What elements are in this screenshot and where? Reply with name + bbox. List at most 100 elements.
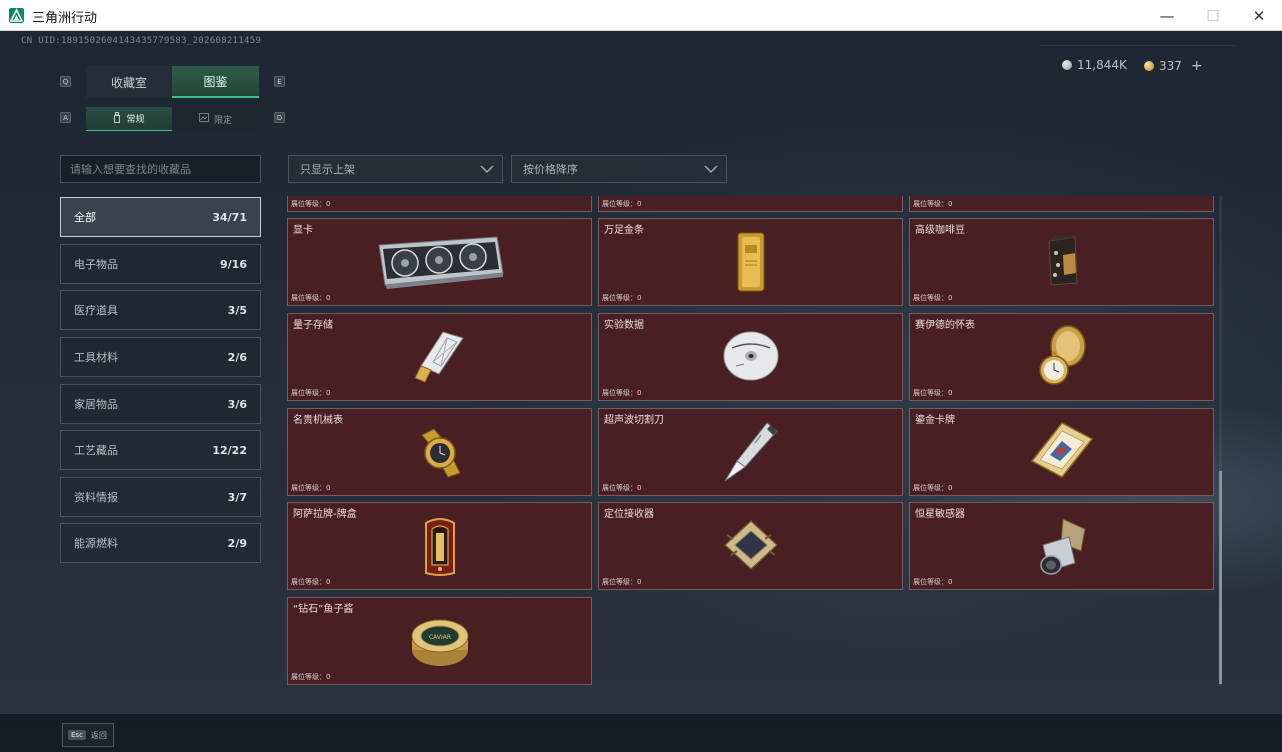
category-count: 3/7	[227, 490, 247, 504]
item-level: 展位等级：0	[291, 294, 331, 302]
item-card-ultrasonic-cutter[interactable]: 超声波切割刀 展位等级：0	[598, 408, 903, 496]
scrollbar-thumb[interactable]	[1219, 471, 1222, 684]
gold-bar-icon	[736, 231, 766, 297]
category-count: 12/22	[212, 443, 247, 457]
subtab-regular-label: 常规	[126, 115, 145, 125]
item-card-graphics-card[interactable]: 显卡 展位等级：0	[287, 218, 592, 306]
category-intel[interactable]: 资料情报 3/7	[60, 477, 261, 517]
item-card-card-box[interactable]: 阿萨拉牌-牌盒 展位等级：0	[287, 502, 592, 590]
sort-price-dropdown[interactable]: 按价格降序	[511, 155, 727, 183]
caviar-tin-label: CAVIAR	[428, 634, 450, 641]
item-level: 展位等级：0	[602, 200, 642, 208]
item-name: 名贵机械表	[293, 415, 343, 426]
chevron-down-icon	[480, 162, 494, 179]
top-divider	[1040, 45, 1235, 46]
category-electronics[interactable]: 电子物品 9/16	[60, 244, 261, 284]
minimize-button[interactable]: —	[1144, 0, 1190, 31]
item-name: 显卡	[293, 225, 313, 236]
search-input[interactable]	[60, 155, 261, 183]
category-medical[interactable]: 医疗道具 3/5	[60, 290, 261, 330]
gold-card-icon	[1028, 421, 1096, 483]
item-card-coffee-beans[interactable]: 高级咖啡豆 展位等级：0	[909, 218, 1214, 306]
item-card-experiment-data[interactable]: 实验数据 展位等级：0	[598, 313, 903, 401]
key-hint-q: Q	[60, 76, 71, 87]
receiver-icon	[719, 515, 783, 579]
category-tools[interactable]: 工具材料 2/6	[60, 337, 261, 377]
currency-gold[interactable]: 337 +	[1144, 58, 1203, 74]
item-level: 展位等级：0	[913, 389, 953, 397]
cutter-knife-icon	[721, 421, 781, 487]
category-household[interactable]: 家居物品 3/6	[60, 384, 261, 424]
silver-coin-icon	[1062, 60, 1072, 70]
silver-amount: 11,844K	[1077, 58, 1127, 72]
gold-amount: 337	[1159, 59, 1182, 73]
item-card[interactable]: 展位等级：0	[598, 196, 903, 212]
category-count: 9/16	[220, 257, 247, 271]
item-name: 阿萨拉牌-牌盒	[293, 509, 357, 520]
item-name: “钻石”鱼子酱	[293, 604, 354, 615]
back-label: 返回	[90, 730, 107, 740]
category-count: 3/6	[227, 397, 247, 411]
category-crafts[interactable]: 工艺藏品 12/22	[60, 430, 261, 470]
item-level: 展位等级：0	[602, 294, 642, 302]
add-currency-button[interactable]: +	[1191, 58, 1203, 74]
item-card-caviar[interactable]: “钻石”鱼子酱 CAVIAR 展位等级：0	[287, 597, 592, 685]
item-level: 展位等级：0	[291, 200, 331, 208]
category-count: 34/71	[212, 210, 247, 224]
window-titlebar: 三角洲行动 — ☐ ✕	[0, 0, 1282, 31]
chevron-down-icon	[704, 162, 718, 179]
item-card-gilded-card[interactable]: 鎏金卡牌 展位等级：0	[909, 408, 1214, 496]
category-all[interactable]: 全部 34/71	[60, 197, 261, 237]
app-logo-icon	[9, 8, 24, 23]
maximize-button[interactable]: ☐	[1190, 0, 1236, 31]
close-button[interactable]: ✕	[1236, 0, 1282, 31]
item-card-luxury-watch[interactable]: 名贵机械表 展位等级：0	[287, 408, 592, 496]
caviar-tin-icon: CAVIAR	[410, 612, 470, 674]
item-card-quantum-storage[interactable]: 量子存储 展位等级：0	[287, 313, 592, 401]
card-box-icon	[420, 515, 460, 583]
item-name: 量子存储	[293, 320, 333, 331]
category-count: 2/6	[227, 350, 247, 364]
tab-catalog[interactable]: 图鉴	[172, 66, 259, 98]
category-fuel[interactable]: 能源燃料 2/9	[60, 523, 261, 563]
item-card-gold-bar[interactable]: 万足金条 展位等级：0	[598, 218, 903, 306]
item-card[interactable]: 展位等级：0	[287, 196, 592, 212]
item-name: 超声波切割刀	[604, 415, 664, 426]
item-card[interactable]: 展位等级：0	[909, 196, 1214, 212]
window-title: 三角洲行动	[32, 11, 98, 26]
image-icon	[199, 113, 209, 125]
back-button[interactable]: Esc 返回	[62, 723, 114, 747]
filter-listed-label: 只显示上架	[300, 163, 355, 176]
item-level: 展位等级：0	[291, 484, 331, 492]
item-level: 展位等级：0	[913, 294, 953, 302]
esc-key-hint: Esc	[68, 730, 86, 740]
filter-listed-dropdown[interactable]: 只显示上架	[288, 155, 503, 183]
item-level: 展位等级：0	[602, 578, 642, 586]
star-sensor-icon	[1033, 515, 1091, 581]
item-name: 万足金条	[604, 225, 644, 236]
category-label: 医疗道具	[74, 304, 118, 317]
item-card-star-sensor[interactable]: 恒星敏感器 展位等级：0	[909, 502, 1214, 590]
category-label: 全部	[74, 211, 96, 224]
item-level: 展位等级：0	[913, 578, 953, 586]
item-level: 展位等级：0	[291, 578, 331, 586]
item-card-location-receiver[interactable]: 定位接收器 展位等级：0	[598, 502, 903, 590]
subtab-regular[interactable]: 常规	[86, 107, 172, 131]
coffee-bag-icon	[1045, 235, 1079, 291]
category-count: 2/9	[227, 536, 247, 550]
category-label: 工具材料	[74, 351, 118, 364]
item-grid: 展位等级：0 展位等级：0 展位等级：0 显卡 展位等级：0 万足金条 展位等级…	[287, 196, 1215, 686]
category-label: 资料情报	[74, 491, 118, 504]
subtab-limited-label: 限定	[213, 115, 232, 126]
item-name: 高级咖啡豆	[915, 225, 965, 236]
item-name: 实验数据	[604, 320, 644, 331]
uid-label: CN UID:1891502604143435779583_2026082114…	[21, 36, 262, 46]
tab-collection-room[interactable]: 收藏室	[86, 66, 172, 98]
category-label: 能源燃料	[74, 537, 118, 550]
item-level: 展位等级：0	[913, 484, 953, 492]
subtab-limited[interactable]: 限定	[172, 107, 259, 131]
key-hint-e: E	[274, 76, 285, 87]
item-name: 恒星敏感器	[915, 509, 965, 520]
gold-coin-icon	[1144, 61, 1154, 71]
item-card-pocket-watch[interactable]: 赛伊德的怀表 展位等级：0	[909, 313, 1214, 401]
